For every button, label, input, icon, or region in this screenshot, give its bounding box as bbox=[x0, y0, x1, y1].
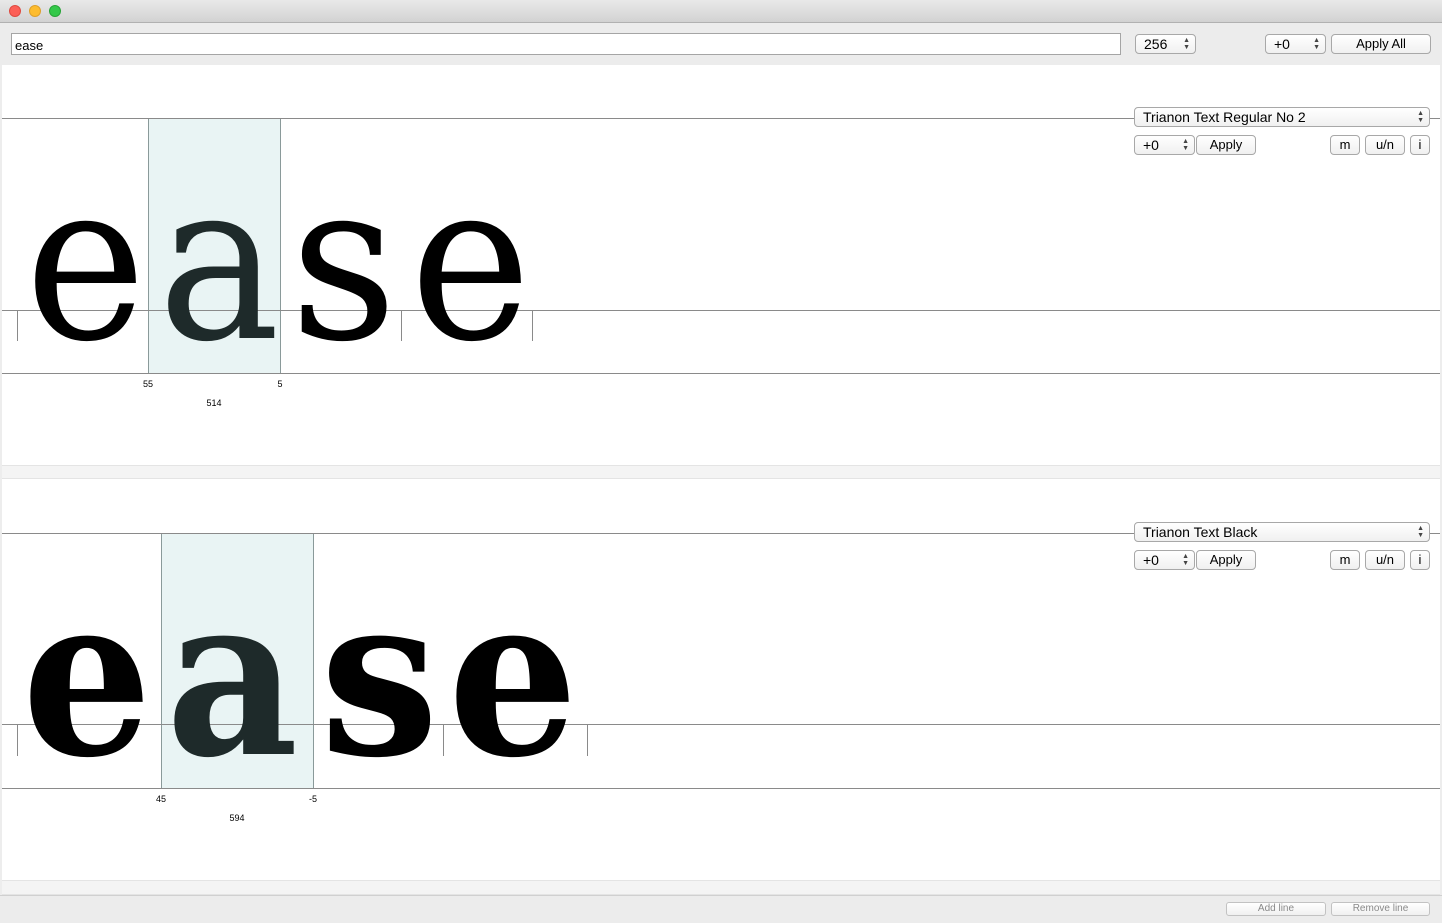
panel-separator bbox=[2, 880, 1440, 895]
stepper-arrows-icon: ▲ ▼ bbox=[1183, 37, 1190, 51]
apply-button[interactable]: Apply bbox=[1196, 135, 1256, 155]
glyph-boundary-tick bbox=[532, 310, 533, 341]
glyph-a-selected[interactable]: a bbox=[166, 566, 298, 788]
glyph-boundary-tick bbox=[401, 310, 402, 341]
left-sidebearing-value[interactable]: 45 bbox=[156, 794, 166, 804]
font-select-value: Trianon Text Black bbox=[1143, 524, 1258, 540]
right-sidebearing-value[interactable]: -5 bbox=[309, 794, 317, 804]
font-select-value: Trianon Text Regular No 2 bbox=[1143, 109, 1306, 125]
add-line-button[interactable]: Add line bbox=[1226, 902, 1326, 916]
right-sidebearing-value[interactable]: 5 bbox=[277, 379, 282, 389]
size-value: 256 bbox=[1144, 36, 1168, 52]
advance-width-value[interactable]: 594 bbox=[229, 813, 244, 823]
glyph-a-selected[interactable]: a bbox=[158, 152, 280, 372]
global-kern-stepper[interactable]: +0 ▲ ▼ bbox=[1265, 34, 1326, 54]
size-stepper[interactable]: 256 ▲ ▼ bbox=[1135, 34, 1196, 54]
un-button[interactable]: u/n bbox=[1365, 550, 1405, 570]
popup-arrows-icon: ▲ ▼ bbox=[1417, 525, 1424, 539]
stepper-arrows-icon: ▲ ▼ bbox=[1182, 553, 1189, 567]
apply-button[interactable]: Apply bbox=[1196, 550, 1256, 570]
glyph-e[interactable]: e bbox=[410, 152, 531, 372]
kern-stepper[interactable]: +0 ▲ ▼ bbox=[1134, 135, 1195, 155]
apply-all-button[interactable]: Apply All bbox=[1331, 34, 1431, 54]
glyph-boundary-tick bbox=[17, 310, 18, 341]
left-sidebearing-value[interactable]: 55 bbox=[143, 379, 153, 389]
glyph-boundary-tick bbox=[587, 724, 588, 756]
glyph-s[interactable]: s bbox=[320, 566, 439, 788]
glyph-boundary-tick bbox=[17, 724, 18, 756]
glyph-e[interactable]: e bbox=[22, 566, 152, 788]
font-select[interactable]: Trianon Text Black ▲ ▼ bbox=[1134, 522, 1430, 542]
sample-text-input[interactable] bbox=[11, 33, 1121, 55]
zoom-icon[interactable] bbox=[49, 5, 61, 17]
i-button[interactable]: i bbox=[1410, 550, 1430, 570]
font-select[interactable]: Trianon Text Regular No 2 ▲ ▼ bbox=[1134, 107, 1430, 127]
kern-value: +0 bbox=[1143, 552, 1159, 568]
global-kern-value: +0 bbox=[1274, 36, 1290, 52]
minimize-icon[interactable] bbox=[29, 5, 41, 17]
m-button[interactable]: m bbox=[1330, 550, 1360, 570]
popup-arrows-icon: ▲ ▼ bbox=[1417, 110, 1424, 124]
kern-stepper[interactable]: +0 ▲ ▼ bbox=[1134, 550, 1195, 570]
glyph-e[interactable]: e bbox=[25, 152, 146, 372]
title-bar bbox=[0, 0, 1442, 23]
un-button[interactable]: u/n bbox=[1365, 135, 1405, 155]
glyph-e[interactable]: e bbox=[448, 566, 578, 788]
kern-value: +0 bbox=[1143, 137, 1159, 153]
i-button[interactable]: i bbox=[1410, 135, 1430, 155]
advance-width-value[interactable]: 514 bbox=[206, 398, 221, 408]
panel-separator bbox=[2, 465, 1440, 479]
glyph-boundary-tick bbox=[443, 724, 444, 756]
remove-line-button[interactable]: Remove line bbox=[1331, 902, 1430, 916]
m-button[interactable]: m bbox=[1330, 135, 1360, 155]
stepper-arrows-icon: ▲ ▼ bbox=[1182, 138, 1189, 152]
close-icon[interactable] bbox=[9, 5, 21, 17]
glyph-s[interactable]: s bbox=[290, 152, 397, 372]
stepper-arrows-icon: ▲ ▼ bbox=[1313, 37, 1320, 51]
